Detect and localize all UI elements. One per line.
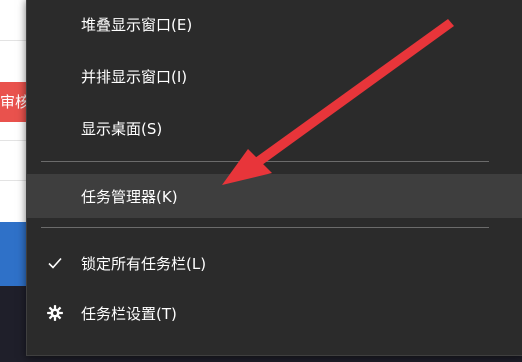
menu-item-side-by-side-windows[interactable]: 并排显示窗口(I)	[27, 54, 522, 98]
menu-item-show-desktop[interactable]: 显示桌面(S)	[27, 106, 522, 150]
menu-item-icon-slot	[41, 106, 69, 150]
menu-item-label: 任务管理器(K)	[81, 187, 178, 206]
menu-item-label: 并排显示窗口(I)	[81, 67, 188, 86]
menu-item-task-manager[interactable]: 任务管理器(K)	[27, 174, 522, 218]
gear-icon	[41, 291, 69, 335]
checkmark-icon	[41, 241, 69, 285]
menu-item-label: 锁定所有任务栏(L)	[81, 254, 207, 273]
menu-item-icon-slot	[41, 2, 69, 46]
menu-item-cascade-windows[interactable]: 堆叠显示窗口(E)	[27, 2, 522, 46]
menu-item-label: 任务栏设置(T)	[81, 304, 177, 323]
menu-item-lock-all-taskbars[interactable]: 锁定所有任务栏(L)	[27, 241, 522, 285]
menu-separator	[41, 227, 489, 228]
menu-item-label: 堆叠显示窗口(E)	[81, 15, 193, 34]
taskbar-context-menu: 堆叠显示窗口(E) 并排显示窗口(I) 显示桌面(S) 任务管理器(K) 锁定所…	[26, 0, 522, 356]
menu-item-icon-slot	[41, 174, 69, 218]
menu-item-label: 显示桌面(S)	[81, 119, 163, 138]
menu-item-taskbar-settings[interactable]: 任务栏设置(T)	[27, 291, 522, 335]
menu-separator	[41, 161, 489, 162]
menu-item-icon-slot	[41, 54, 69, 98]
